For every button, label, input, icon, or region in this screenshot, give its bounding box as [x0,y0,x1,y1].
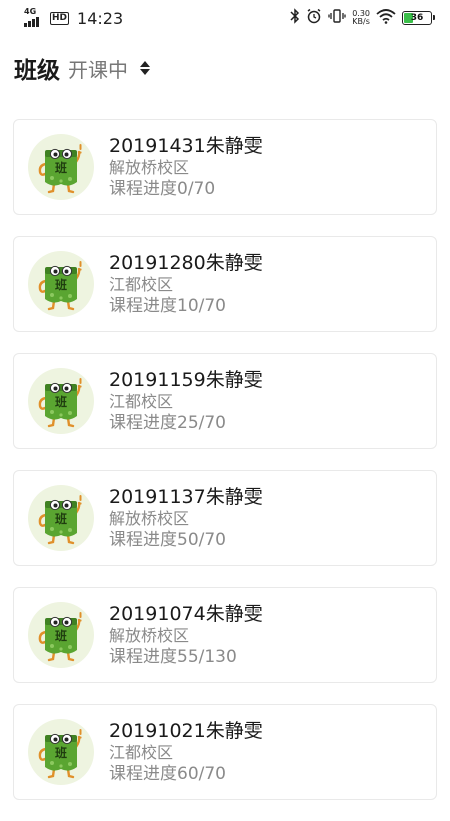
class-name: 20191074朱静雯 [109,603,263,625]
alarm-icon [306,8,322,28]
battery-icon: 36 [402,11,435,25]
class-mascot-icon: 班 [28,485,94,551]
class-progress: 课程进度55/130 [109,647,237,667]
sort-arrows-icon [140,61,150,75]
network-speed: 0.30 KB/s [352,10,370,26]
class-name: 20191137朱静雯 [109,486,263,508]
bluetooth-icon [290,8,300,28]
class-list: 班 20191431朱静雯 解放桥校区 课程进度0/70 班 20191280朱… [13,119,437,821]
class-campus: 解放桥校区 [109,626,190,645]
class-card[interactable]: 班 20191021朱静雯 江都校区 课程进度60/70 [13,704,437,800]
class-name: 20191159朱静雯 [109,369,263,391]
avatar-label: 班 [55,160,67,175]
avatar-label: 班 [55,628,67,643]
status-filter-dropdown[interactable]: 开课中 [68,54,150,83]
class-name: 20191431朱静雯 [109,135,263,157]
class-progress: 课程进度0/70 [109,179,216,199]
class-card[interactable]: 班 20191074朱静雯 解放桥校区 课程进度55/130 [13,587,437,683]
network-type: 4G [24,7,37,16]
class-card[interactable]: 班 20191159朱静雯 江都校区 课程进度25/70 [13,353,437,449]
filter-label: 开课中 [68,57,128,82]
class-progress: 课程进度50/70 [109,530,226,550]
class-campus: 解放桥校区 [109,158,190,177]
class-progress: 课程进度10/70 [109,296,226,316]
class-mascot-icon: 班 [28,368,94,434]
class-progress: 课程进度60/70 [109,764,226,784]
class-name: 20191021朱静雯 [109,720,263,742]
status-right: 0.30 KB/s 36 [290,8,435,28]
status-bar: 4G HD 14:23 0.30 KB/s 36 [0,0,450,36]
status-time: 14:23 [77,8,124,28]
avatar-label: 班 [55,277,67,292]
page-header: 班级 开课中 [14,50,150,86]
wifi-icon [376,8,396,28]
class-name: 20191280朱静雯 [109,252,263,274]
page-title: 班级 [14,58,60,84]
vibrate-icon [328,8,346,28]
battery-level: 36 [410,13,424,23]
class-mascot-icon: 班 [28,251,94,317]
class-campus: 江都校区 [109,743,174,762]
class-card[interactable]: 班 20191137朱静雯 解放桥校区 课程进度50/70 [13,470,437,566]
class-campus: 江都校区 [109,275,174,294]
class-card[interactable]: 班 20191431朱静雯 解放桥校区 课程进度0/70 [13,119,437,215]
speed-unit: KB/s [352,17,370,26]
status-left: 4G HD 14:23 [24,7,124,28]
class-campus: 江都校区 [109,392,174,411]
signal-icon: 4G [24,7,44,27]
class-mascot-icon: 班 [28,602,94,668]
class-mascot-icon: 班 [28,719,94,785]
class-mascot-icon: 班 [28,134,94,200]
avatar-label: 班 [55,511,67,526]
class-progress: 课程进度25/70 [109,413,226,433]
class-card[interactable]: 班 20191280朱静雯 江都校区 课程进度10/70 [13,236,437,332]
hd-icon: HD [50,11,70,25]
avatar-label: 班 [55,745,67,760]
class-campus: 解放桥校区 [109,509,190,528]
avatar-label: 班 [55,394,67,409]
